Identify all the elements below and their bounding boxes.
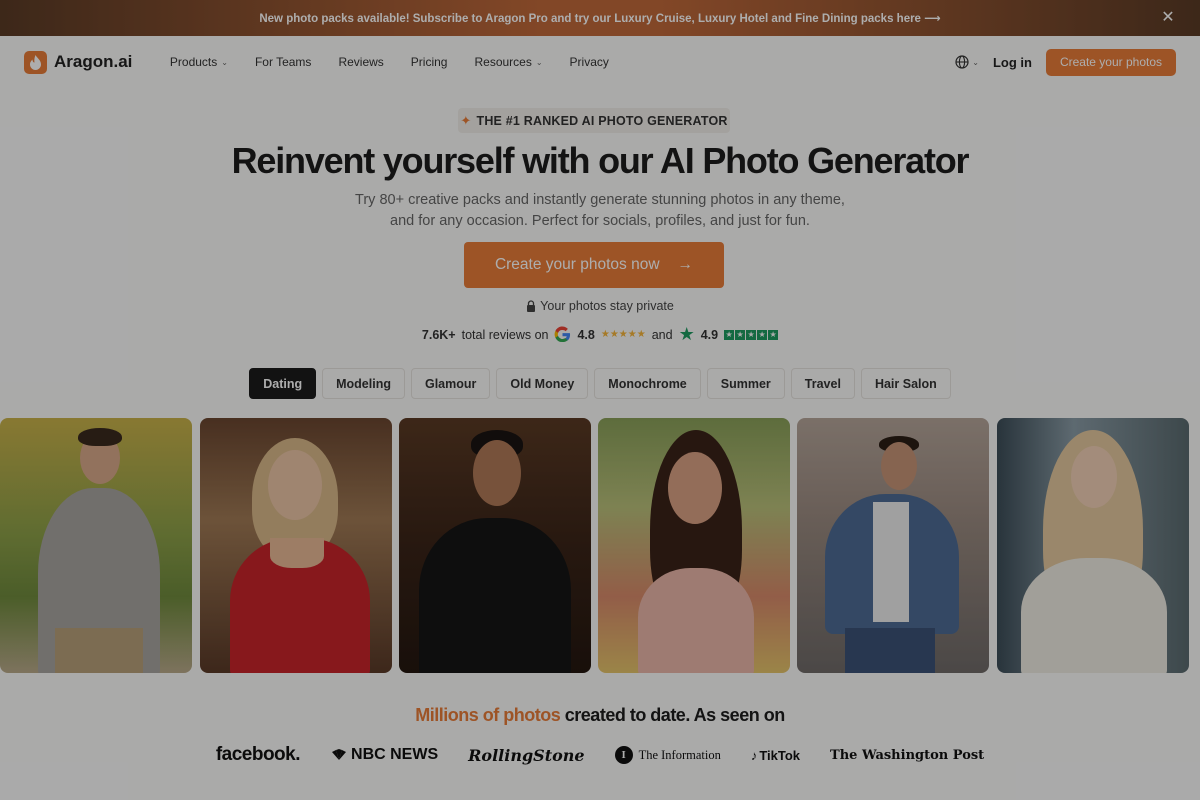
nav-pricing-label: Pricing <box>410 55 448 69</box>
nav-resources[interactable]: Resources ⌄ <box>461 55 556 69</box>
tiktok-note-icon: ♪ <box>750 747 758 763</box>
chevron-down-icon: ⌄ <box>972 57 979 67</box>
the-information-logo: I The Information <box>614 746 721 764</box>
banner-text[interactable]: New photo packs available! Subscribe to … <box>259 11 940 25</box>
logo-text: Aragon.ai <box>54 52 133 71</box>
sample-photo <box>598 418 790 673</box>
nav-resources-label: Resources <box>474 55 532 69</box>
nav-right: ⌄ Log in Create your photos <box>955 48 1176 76</box>
tab-summer[interactable]: Summer <box>706 368 785 399</box>
nav-for-teams-label: For Teams <box>254 55 312 69</box>
privacy-text: Your photos stay private <box>540 299 674 313</box>
nbc-news-logo: NBC NEWS <box>330 746 438 764</box>
rolling-stone-logo: RollingStone <box>468 745 585 765</box>
press-headline-rest: created to date. As seen on <box>560 705 785 725</box>
subtitle-line-1: Try 80+ creative packs and instantly gen… <box>355 192 845 208</box>
language-selector[interactable]: ⌄ <box>955 55 979 69</box>
chevron-down-icon: ⌄ <box>221 57 228 67</box>
nav-privacy[interactable]: Privacy <box>556 55 622 69</box>
badge-text: THE #1 RANKED AI PHOTO GENERATOR <box>476 113 728 128</box>
sample-photo <box>997 418 1189 673</box>
sparkle-icon: ✦ <box>460 112 472 128</box>
tab-travel[interactable]: Travel <box>790 368 855 399</box>
nav-reviews[interactable]: Reviews <box>325 55 397 69</box>
nav-products-label: Products <box>169 55 218 69</box>
cta-label: Create your photos now <box>494 256 660 273</box>
review-count: 7.6K+ <box>421 327 456 342</box>
washington-post-logo: The Washington Post <box>830 747 985 763</box>
create-photos-now-button[interactable]: Create your photos now → <box>464 242 724 288</box>
trustpilot-rating: 4.9 <box>700 327 719 342</box>
tab-monochrome[interactable]: Monochrome <box>594 368 701 399</box>
trustpilot-icon: ★ <box>678 324 695 344</box>
sample-photo <box>797 418 989 673</box>
facebook-logo: facebook. <box>215 744 301 765</box>
trustpilot-stars-icon: ★ ★ ★ ★ ★ <box>724 329 779 340</box>
tiktok-logo: ♪ TikTok <box>751 748 800 763</box>
tiktok-text: TikTok <box>759 747 801 763</box>
flame-logo-icon <box>24 50 47 74</box>
nav-products[interactable]: Products ⌄ <box>156 55 241 69</box>
photo-carousel[interactable] <box>0 418 1200 673</box>
arrow-right-icon: → <box>677 256 694 273</box>
subtitle-line-2: and for any occasion. Perfect for social… <box>390 213 810 229</box>
press-headline-accent: Millions of photos <box>415 705 561 725</box>
ranked-badge: ✦ THE #1 RANKED AI PHOTO GENERATOR <box>458 108 730 133</box>
tab-hair-salon[interactable]: Hair Salon <box>860 368 951 399</box>
sample-photo <box>200 418 392 673</box>
close-icon[interactable]: ✕ <box>1160 10 1176 26</box>
globe-icon <box>955 55 969 69</box>
reviews-summary: 7.6K+ total reviews on 4.8 ★★★★★ and ★ 4… <box>0 324 1200 345</box>
the-information-text: The Information <box>638 747 721 762</box>
nav-pricing[interactable]: Pricing <box>397 55 461 69</box>
privacy-note: Your photos stay private <box>0 299 1200 313</box>
chevron-down-icon: ⌄ <box>535 57 543 67</box>
tab-old-money[interactable]: Old Money <box>496 368 589 399</box>
review-text: total reviews on <box>461 327 549 342</box>
peacock-icon <box>332 749 347 760</box>
nav-privacy-label: Privacy <box>569 55 609 69</box>
sample-photo <box>0 418 192 673</box>
nav-links: Products ⌄ For Teams Reviews Pricing Res… <box>156 55 622 69</box>
and-text: and <box>651 327 673 342</box>
press-logos: facebook. NBC NEWS RollingStone I The In… <box>0 740 1200 770</box>
announcement-banner[interactable]: New photo packs available! Subscribe to … <box>0 0 1200 36</box>
press-headline: Millions of photos created to date. As s… <box>0 705 1200 726</box>
nav-for-teams[interactable]: For Teams <box>241 55 324 69</box>
page-title: Reinvent yourself with our AI Photo Gene… <box>231 140 970 181</box>
tab-modeling[interactable]: Modeling <box>322 368 405 399</box>
category-tabs: Dating Modeling Glamour Old Money Monoch… <box>0 368 1200 399</box>
top-nav: Aragon.ai Products ⌄ For Teams Reviews P… <box>0 36 1200 88</box>
tab-dating[interactable]: Dating <box>249 368 317 399</box>
create-photos-button[interactable]: Create your photos <box>1045 48 1176 76</box>
sample-photo <box>399 418 591 673</box>
tab-glamour[interactable]: Glamour <box>410 368 491 399</box>
nbc-news-text: NBC NEWS <box>351 746 439 763</box>
google-rating: 4.8 <box>577 327 595 342</box>
login-link[interactable]: Log in <box>993 55 1032 70</box>
information-icon: I <box>614 746 633 764</box>
google-icon <box>555 326 571 343</box>
nav-reviews-label: Reviews <box>338 55 384 69</box>
lock-icon <box>527 300 536 312</box>
google-stars-icon: ★★★★★ <box>600 329 646 340</box>
logo[interactable]: Aragon.ai <box>24 50 133 74</box>
hero-subtitle: Try 80+ creative packs and instantly gen… <box>0 190 1200 232</box>
